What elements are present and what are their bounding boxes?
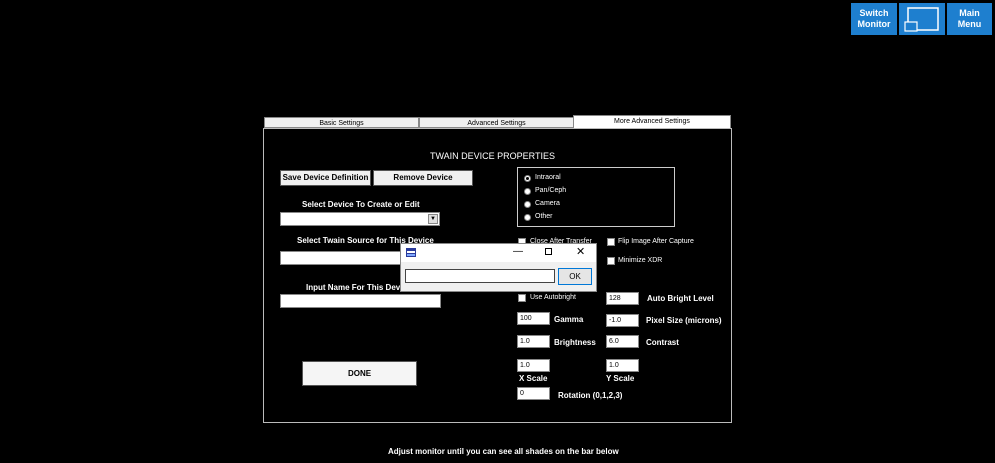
y-scale-label: Y Scale: [606, 374, 635, 383]
contrast-label: Contrast: [646, 338, 679, 347]
input-dialog: — ✕ OK: [400, 243, 597, 292]
main-menu-button[interactable]: Main Menu: [947, 3, 992, 35]
use-autobright-checkbox[interactable]: [518, 294, 526, 302]
minimize-xdr-label: Minimize XDR: [618, 257, 663, 264]
select-device-dropdown[interactable]: ▼: [280, 212, 440, 226]
chevron-down-icon: ▼: [428, 214, 438, 224]
tab-more-advanced-settings[interactable]: More Advanced Settings: [573, 115, 731, 129]
dialog-text-input[interactable]: [405, 269, 555, 283]
flip-image-label: Flip Image After Capture: [618, 238, 694, 245]
pixel-size-input[interactable]: -1.0: [606, 314, 639, 327]
twain-source-field[interactable]: [280, 251, 410, 265]
tab-advanced-settings[interactable]: Advanced Settings: [419, 117, 574, 128]
camera-label: Camera: [535, 200, 560, 207]
select-device-label: Select Device To Create or Edit: [302, 200, 420, 209]
rotation-input[interactable]: 0: [517, 387, 550, 400]
app-icon: [406, 248, 416, 257]
flip-image-checkbox[interactable]: [607, 238, 615, 246]
main-menu-label: Main Menu: [957, 8, 982, 29]
use-autobright-label: Use Autobright: [530, 294, 576, 301]
pan-ceph-label: Pan/Ceph: [535, 187, 567, 194]
pixel-size-label: Pixel Size (microns): [646, 316, 722, 325]
radio-camera[interactable]: [524, 201, 531, 208]
x-scale-label: X Scale: [519, 374, 548, 383]
switch-monitor-label: Switch Monitor: [857, 8, 891, 29]
close-icon[interactable]: ✕: [576, 245, 585, 259]
other-label: Other: [535, 213, 553, 220]
contrast-input[interactable]: 6.0: [606, 335, 639, 348]
dialog-titlebar: [401, 244, 596, 262]
maximize-icon[interactable]: [545, 248, 552, 255]
dialog-ok-button[interactable]: OK: [558, 268, 592, 285]
monitor-icon: [904, 7, 939, 32]
intraoral-label: Intraoral: [535, 174, 561, 181]
radio-intraoral[interactable]: [524, 175, 531, 182]
input-name-label: Input Name For This Device: [306, 283, 412, 292]
auto-bright-level-label: Auto Bright Level: [647, 294, 714, 303]
minimize-xdr-checkbox[interactable]: [607, 257, 615, 265]
gamma-input[interactable]: 100: [517, 312, 550, 325]
panel-title: TWAIN DEVICE PROPERTIES: [430, 151, 556, 161]
rotation-label: Rotation (0,1,2,3): [558, 391, 623, 400]
auto-bright-level-input[interactable]: 128: [606, 292, 639, 305]
radio-other[interactable]: [524, 214, 531, 221]
x-scale-input[interactable]: 1.0: [517, 359, 550, 372]
y-scale-input[interactable]: 1.0: [606, 359, 639, 372]
done-button[interactable]: DONE: [302, 361, 417, 386]
save-device-definition-button[interactable]: Save Device Definition: [280, 170, 371, 186]
brightness-label: Brightness: [554, 338, 596, 347]
brightness-input[interactable]: 1.0: [517, 335, 550, 348]
minimize-icon[interactable]: —: [513, 245, 523, 259]
radio-pan-ceph[interactable]: [524, 188, 531, 195]
footer-instruction: Adjust monitor until you can see all sha…: [388, 447, 619, 456]
tab-basic-settings[interactable]: Basic Settings: [264, 117, 419, 128]
monitor-icon-button[interactable]: [899, 3, 945, 35]
device-name-input[interactable]: [280, 294, 441, 308]
remove-device-definition-button[interactable]: Remove Device Definition: [373, 170, 473, 196]
switch-monitor-button[interactable]: Switch Monitor: [851, 3, 897, 35]
gamma-label: Gamma: [554, 315, 584, 324]
